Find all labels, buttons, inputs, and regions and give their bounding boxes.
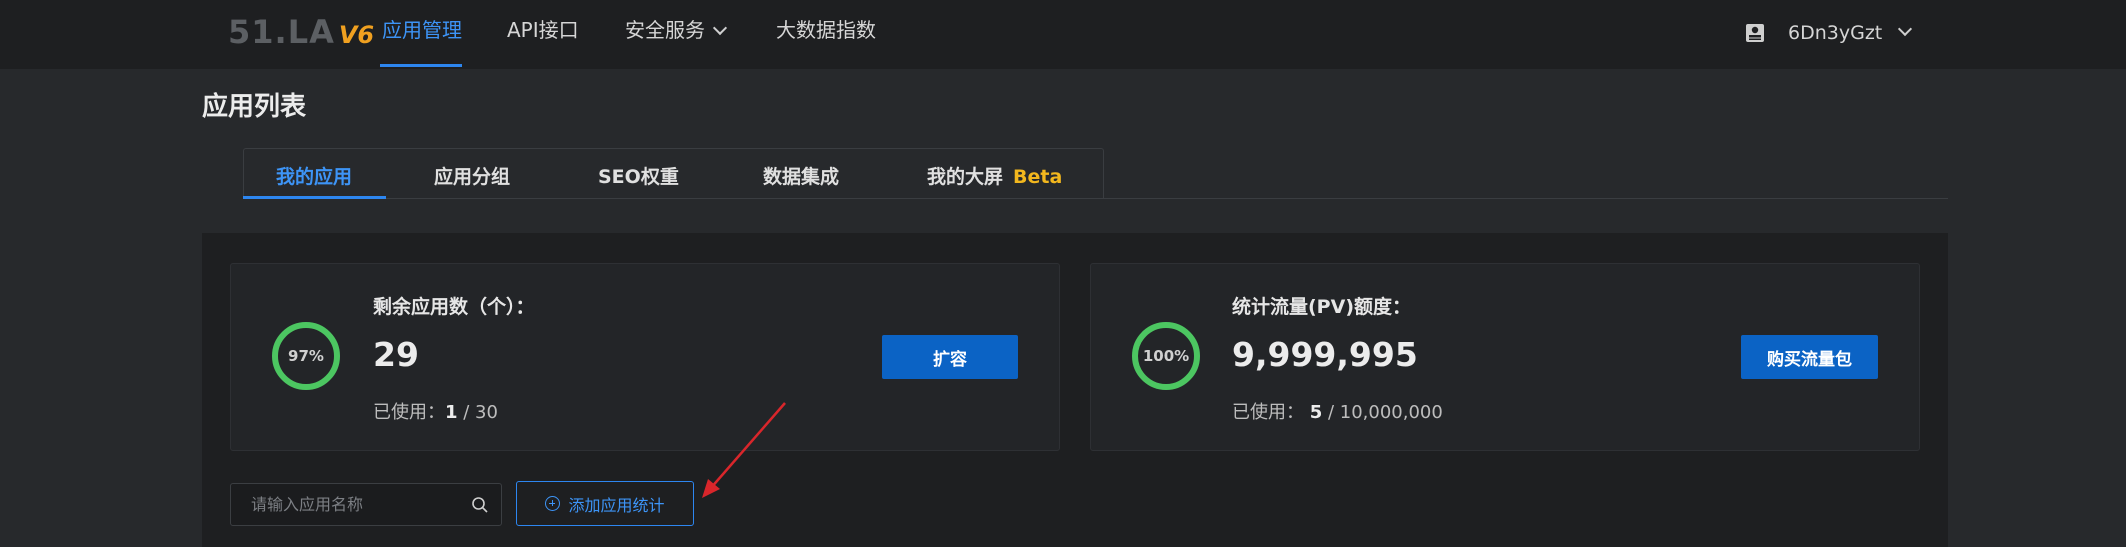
- plus-circle-icon: [545, 496, 561, 511]
- card-used: 已使用： 5 / 10,000,000: [1232, 398, 1443, 424]
- beta-badge: Beta: [1013, 166, 1063, 188]
- add-button-label: 添加应用统计: [568, 495, 665, 515]
- nav-item-label: 应用管理: [382, 18, 462, 42]
- search-icon[interactable]: [471, 496, 489, 514]
- nav-item-api[interactable]: API接口: [507, 0, 579, 69]
- nav-active-indicator: [380, 64, 462, 67]
- used-prefix: 已使用：: [1232, 402, 1310, 423]
- used-value: 5: [1309, 402, 1323, 423]
- nav-item-label: 安全服务: [625, 18, 705, 42]
- user-card-icon: [1746, 24, 1764, 42]
- search-box: [230, 483, 502, 526]
- annotation-arrow-icon: [702, 402, 786, 498]
- card-label: 统计流量(PV)额度：: [1232, 296, 1411, 318]
- card-used: 已使用：1 / 30: [373, 398, 498, 424]
- tab-active-indicator: [243, 196, 386, 199]
- card-value: 29: [373, 335, 419, 374]
- tab-seo-weight[interactable]: SEO权重: [598, 162, 679, 189]
- top-nav-bar: 51.LA V6 应用管理 API接口 安全服务 大数据指数 6Dn3yGzt: [0, 0, 2126, 69]
- chevron-down-icon: [712, 20, 728, 36]
- tab-data-integration[interactable]: 数据集成: [763, 162, 839, 189]
- logo-text: 51.LA: [228, 13, 335, 51]
- used-prefix: 已使用：: [373, 402, 445, 423]
- nav-item-big-data[interactable]: 大数据指数: [776, 0, 876, 69]
- nav-item-app-management[interactable]: 应用管理: [382, 0, 462, 69]
- tab-divider: [243, 198, 1948, 199]
- usage-percent: 100%: [1142, 347, 1190, 365]
- tab-my-big-screen[interactable]: 我的大屏 Beta: [927, 162, 1062, 189]
- usage-percent: 97%: [288, 347, 324, 365]
- tab-app-groups[interactable]: 应用分组: [434, 162, 510, 189]
- user-menu[interactable]: 6Dn3yGzt: [1744, 18, 1913, 48]
- used-total: / 10,000,000: [1322, 402, 1443, 423]
- usage-ring: 97%: [272, 322, 340, 390]
- expand-button[interactable]: 扩容: [882, 335, 1018, 379]
- card-value: 9,999,995: [1232, 335, 1418, 374]
- tab-label: 我的大屏: [927, 166, 1004, 188]
- page-title: 应用列表: [202, 92, 307, 122]
- username: 6Dn3yGzt: [1788, 22, 1883, 44]
- card-label: 剩余应用数（个）：: [373, 296, 535, 318]
- tab-my-apps[interactable]: 我的应用: [276, 162, 352, 189]
- nav-item-label: 大数据指数: [776, 18, 876, 42]
- chevron-down-icon: [1898, 21, 1913, 37]
- search-input[interactable]: [231, 484, 461, 525]
- logo-version: V6: [338, 21, 375, 49]
- usage-ring: 100%: [1132, 322, 1200, 390]
- add-app-stats-button[interactable]: 添加应用统计: [516, 481, 694, 526]
- logo[interactable]: 51.LA V6: [228, 13, 375, 51]
- used-value: 1: [445, 402, 458, 423]
- nav-item-label: API接口: [507, 18, 579, 42]
- buy-traffic-button[interactable]: 购买流量包: [1741, 335, 1878, 379]
- used-total: / 30: [457, 402, 498, 423]
- nav-item-security[interactable]: 安全服务: [625, 0, 728, 69]
